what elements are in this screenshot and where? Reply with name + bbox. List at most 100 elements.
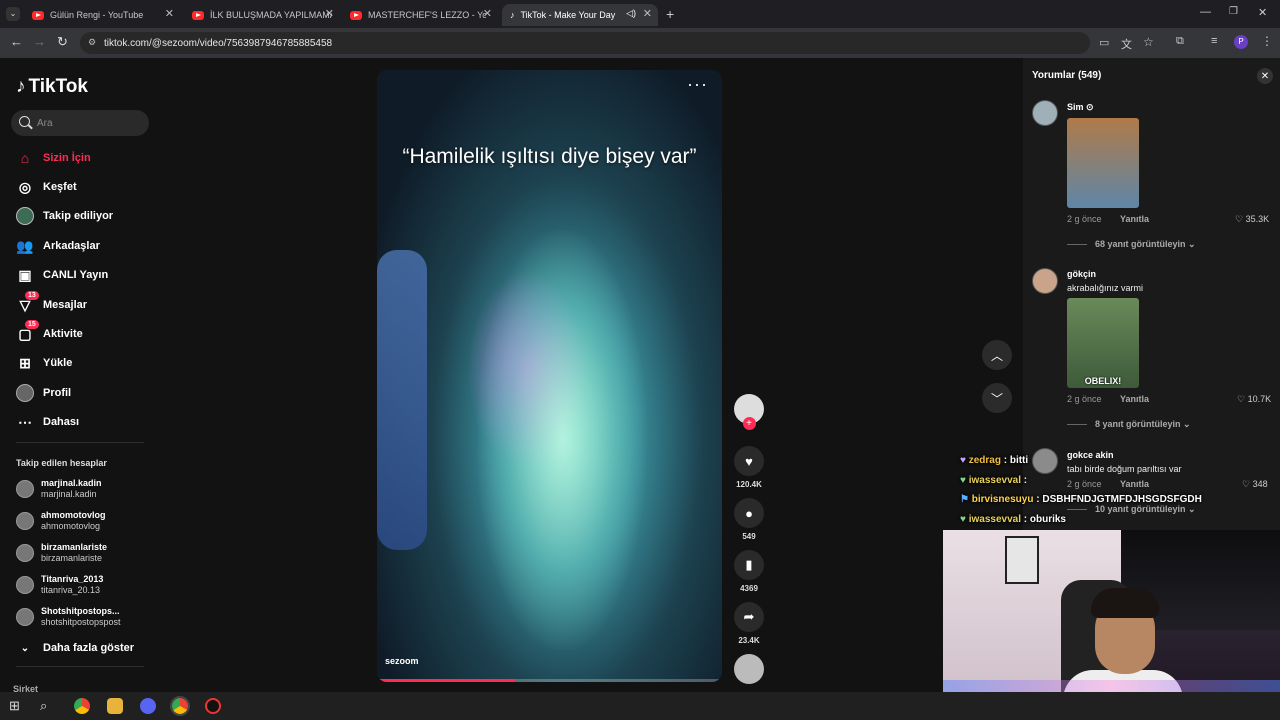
- view-replies-button[interactable]: 8 yanıt görüntüleyin ⌄: [1067, 419, 1191, 430]
- tiktok-logo[interactable]: ♪ TikTok: [16, 76, 88, 98]
- sidebar-item-explore[interactable]: ◎ Keşfet: [16, 177, 77, 197]
- window-close-icon[interactable]: ✕: [1258, 6, 1267, 19]
- chat-message: ⚑ birvisnesuyu : DSBHFNDJGTMFDJHSGDSFGDH: [960, 494, 1202, 505]
- site-info-icon[interactable]: ⚙: [88, 37, 96, 48]
- reading-list-icon[interactable]: ≡: [1211, 35, 1217, 47]
- account-name: ahmomotovlog: [41, 510, 106, 520]
- account-name: Titanriva_2013: [41, 574, 104, 584]
- followed-account[interactable]: ahmomotovlog ahmomotovlog: [16, 510, 106, 532]
- chat-badge-icon: ♥: [960, 475, 969, 486]
- sidebar-item-profile[interactable]: Profil: [16, 383, 71, 403]
- comment-like-button[interactable]: ♡ 35.3K: [1235, 214, 1269, 225]
- music-disc-button[interactable]: [733, 654, 765, 684]
- comment-user[interactable]: Sim ⊙: [1067, 102, 1094, 113]
- tab-audio-icon[interactable]: ◁): [626, 8, 636, 19]
- friends-icon: 👥: [16, 237, 34, 254]
- tab-close-icon[interactable]: ✕: [483, 7, 492, 20]
- comment-image[interactable]: OBELIX!: [1067, 298, 1139, 388]
- sidebar-item-for-you[interactable]: ⌂ Sizin İçin: [16, 148, 91, 168]
- like-button[interactable]: ♥ 120.4K: [733, 446, 765, 489]
- browser-tab-2[interactable]: İLK BULUŞMADA YAPILMAMAS ✕: [184, 4, 340, 26]
- followed-account[interactable]: marjinal.kadin marjinal.kadin: [16, 478, 102, 500]
- account-handle: birzamanlariste: [41, 553, 103, 563]
- view-replies-button[interactable]: 68 yanıt görüntüleyin ⌄: [1067, 239, 1196, 250]
- avatar[interactable]: [1032, 268, 1058, 294]
- reload-icon[interactable]: ↻: [57, 34, 68, 50]
- sidebar-item-label: Dahası: [43, 416, 80, 428]
- restore-icon[interactable]: ❐: [1229, 6, 1238, 17]
- share-button[interactable]: ➦ 23.4K: [733, 602, 765, 645]
- forward-icon[interactable]: →: [33, 34, 46, 49]
- chevron-down-icon: ⌄: [1183, 419, 1191, 429]
- obs-icon[interactable]: [205, 698, 221, 714]
- search-input[interactable]: Ara: [11, 110, 149, 136]
- tab-search-icon[interactable]: ⌄: [6, 7, 20, 21]
- followed-account[interactable]: Shotshitpostops... shotshitpostopspost: [16, 606, 121, 628]
- followed-account[interactable]: birzamanlariste birzamanlariste: [16, 542, 107, 564]
- save-button[interactable]: ▮ 4369: [733, 550, 765, 593]
- comment-like-count: 10.7K: [1247, 394, 1272, 404]
- show-more-button[interactable]: ⌄ Daha fazla göster: [16, 638, 134, 658]
- comment-user[interactable]: gokce akin: [1067, 450, 1114, 460]
- browser-menu-icon[interactable]: ⋮: [1261, 34, 1273, 48]
- next-video-button[interactable]: ﹀: [982, 383, 1012, 413]
- sidebar-item-messages[interactable]: ▽ 13 Mesajlar: [16, 291, 87, 315]
- video-frame-subject: [477, 230, 647, 650]
- view-replies-button[interactable]: 10 yanıt görüntüleyin ⌄: [1067, 504, 1196, 515]
- sidebar-item-following[interactable]: Takip ediliyor: [16, 206, 113, 226]
- comment-like-button[interactable]: ♡ 348: [1242, 479, 1268, 490]
- browser-tab-1[interactable]: Gülün Rengi - YouTube ✕: [24, 4, 180, 26]
- reply-button[interactable]: Yanıtla: [1120, 394, 1149, 404]
- comment-user[interactable]: gökçin: [1067, 269, 1096, 279]
- search-icon[interactable]: ⌕: [40, 698, 56, 714]
- sidebar-item-label: Yükle: [43, 357, 73, 369]
- profile-avatar[interactable]: P: [1234, 35, 1248, 49]
- comment-like-button[interactable]: ♡ 10.7K: [1237, 394, 1271, 405]
- comment-time: 2 g önce: [1067, 479, 1102, 489]
- avatar[interactable]: [1032, 100, 1058, 126]
- back-icon[interactable]: ←: [10, 34, 23, 49]
- bookmark-star-icon[interactable]: ☆: [1143, 35, 1154, 49]
- previous-video-button[interactable]: ︿: [982, 340, 1012, 370]
- video-player[interactable]: ··· “Hamilelik ışıltısı diye bişey var” …: [377, 70, 722, 682]
- video-caption: “Hamilelik ışıltısı diye bişey var”: [402, 145, 697, 168]
- chat-user: iwassevval: [968, 475, 1021, 486]
- tab-close-icon[interactable]: ✕: [643, 7, 652, 20]
- avatar[interactable]: [1032, 448, 1058, 474]
- close-comments-button[interactable]: ✕: [1257, 68, 1273, 84]
- comment-image[interactable]: [1067, 118, 1139, 208]
- discord-icon[interactable]: [140, 698, 156, 714]
- comment-button[interactable]: ● 549: [733, 498, 765, 541]
- heart-outline-icon: ♡: [1237, 394, 1248, 404]
- video-progress-bar[interactable]: [377, 679, 722, 682]
- cast-icon[interactable]: ▭: [1099, 36, 1109, 49]
- translate-icon[interactable]: 文: [1121, 36, 1132, 52]
- account-name: marjinal.kadin: [41, 478, 102, 488]
- more-options-icon[interactable]: ···: [687, 74, 708, 95]
- follow-plus-icon[interactable]: +: [742, 417, 756, 430]
- sidebar-item-activity[interactable]: ▢ 15 Aktivite: [16, 320, 83, 344]
- windows-start-icon[interactable]: ⊞: [9, 698, 25, 714]
- sidebar-item-more[interactable]: ⋯ Dahası: [16, 412, 79, 432]
- sidebar-item-live[interactable]: ▣ CANLI Yayın: [16, 265, 108, 285]
- chrome-icon[interactable]: [74, 698, 90, 714]
- followed-account[interactable]: Titanriva_2013 titanriva_20.13: [16, 574, 103, 596]
- video-progress-fill: [377, 679, 515, 682]
- file-explorer-icon[interactable]: [107, 698, 123, 714]
- chrome-active-icon[interactable]: [170, 696, 190, 716]
- minimize-icon[interactable]: —: [1200, 6, 1211, 18]
- home-icon: ⌂: [20, 150, 30, 166]
- extensions-icon[interactable]: ⧉: [1176, 35, 1184, 48]
- sidebar-item-upload[interactable]: ⊞ Yükle: [16, 353, 72, 373]
- reply-button[interactable]: Yanıtla: [1120, 479, 1149, 489]
- address-bar[interactable]: ⚙ tiktok.com/@sezoom/video/7563987946785…: [80, 32, 1090, 54]
- browser-tab-3[interactable]: MASTERCHEF'S LEZZO - YouTu ✕: [342, 4, 498, 26]
- reply-button[interactable]: Yanıtla: [1120, 214, 1149, 224]
- new-tab-icon[interactable]: +: [666, 6, 674, 22]
- tab-close-icon[interactable]: ✕: [325, 7, 334, 20]
- author-avatar-button[interactable]: +: [733, 394, 765, 430]
- sidebar-item-friends[interactable]: 👥 Arkadaşlar: [16, 236, 100, 256]
- browser-tab-4-active[interactable]: ♪ TikTok - Make Your Day ◁) ✕: [502, 4, 658, 26]
- video-author[interactable]: sezoom: [385, 656, 419, 666]
- tab-close-icon[interactable]: ✕: [165, 7, 174, 20]
